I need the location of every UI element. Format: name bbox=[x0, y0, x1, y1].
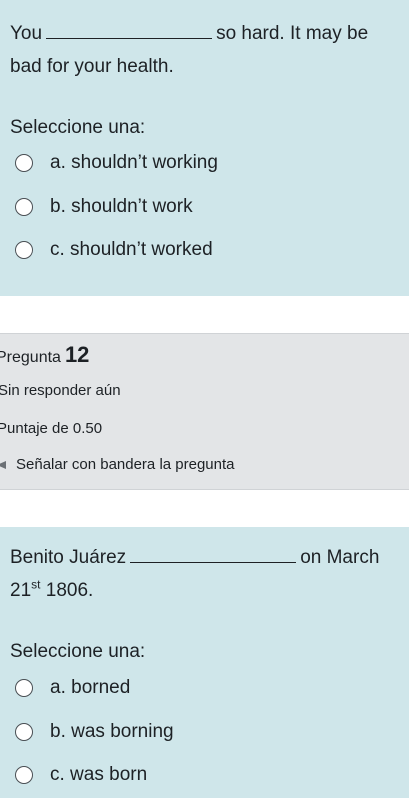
question-state: Sin responder aún bbox=[0, 382, 121, 399]
radio-button[interactable] bbox=[15, 154, 33, 172]
question-1-option-c[interactable]: c. shouldn’t worked bbox=[15, 238, 213, 262]
radio-button[interactable] bbox=[15, 766, 33, 784]
question-grade: Puntaje de 0.50 bbox=[0, 420, 103, 437]
question-2-text: Benito Juárez on March 21st 1806. bbox=[10, 541, 399, 607]
question-2-option-a[interactable]: a. borned bbox=[15, 676, 130, 700]
radio-button[interactable] bbox=[15, 198, 33, 216]
question-1-text-start: You bbox=[10, 23, 43, 44]
option-label: a. shouldn’t working bbox=[50, 152, 218, 173]
radio-button[interactable] bbox=[15, 241, 33, 259]
question-2-date-day: 21 bbox=[10, 580, 32, 601]
question-2-option-b[interactable]: b. was borning bbox=[15, 720, 174, 744]
question-1-text: You so hard. It may be bad for your healt… bbox=[10, 17, 399, 83]
option-label: c. shouldn’t worked bbox=[50, 239, 213, 260]
question-number: Pregunta 12 bbox=[0, 342, 89, 368]
question-1-text-line2: bad for your health. bbox=[10, 56, 174, 77]
radio-button[interactable] bbox=[15, 679, 33, 697]
question-2-text-start: Benito Juárez bbox=[10, 547, 127, 568]
option-label: c. was born bbox=[50, 764, 148, 785]
question-2-prompt: Seleccione una: bbox=[10, 641, 146, 662]
option-label: b. was borning bbox=[50, 721, 174, 742]
option-label: b. shouldn’t work bbox=[50, 196, 193, 217]
question-number-value: 12 bbox=[64, 342, 90, 367]
question-1-option-a[interactable]: a. shouldn’t working bbox=[15, 151, 218, 175]
question-1-blank bbox=[46, 19, 213, 39]
question-number-prefix: Pregunta bbox=[0, 349, 61, 366]
question-1-text-end: so hard. It may be bbox=[216, 23, 369, 44]
radio-button[interactable] bbox=[15, 723, 33, 741]
flag-question-link[interactable]: Señalar con bandera la pregunta bbox=[0, 456, 235, 473]
question-1-option-b[interactable]: b. shouldn’t work bbox=[15, 195, 193, 219]
option-label: a. borned bbox=[50, 677, 131, 698]
question-1-prompt: Seleccione una: bbox=[10, 117, 146, 138]
question-2-date-suffix: st bbox=[31, 577, 41, 592]
question-2-option-c[interactable]: c. was born bbox=[15, 763, 147, 787]
flag-question-label: Señalar con bandera la pregunta bbox=[16, 456, 235, 473]
question-2-blank bbox=[130, 543, 297, 563]
question-2-date-year: 1806. bbox=[45, 580, 94, 601]
flag-icon[interactable] bbox=[0, 460, 6, 469]
question-2-text-end: on March bbox=[300, 547, 380, 568]
